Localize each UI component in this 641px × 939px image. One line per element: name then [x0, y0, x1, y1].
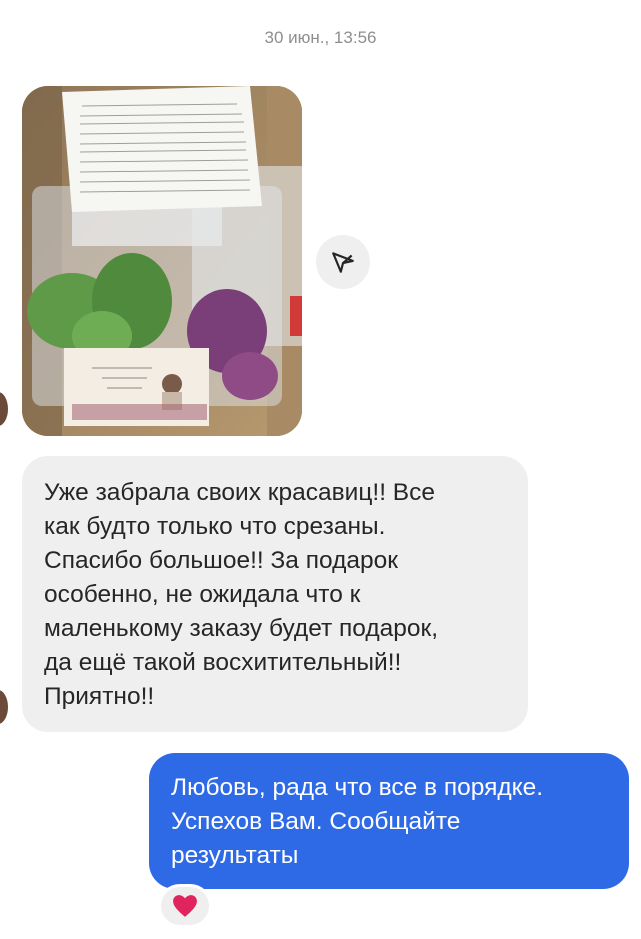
share-button[interactable] — [316, 235, 370, 289]
avatar[interactable] — [0, 690, 8, 724]
outgoing-message-bubble[interactable]: Любовь, рада что все в порядке. Успехов … — [149, 753, 629, 889]
incoming-message-bubble[interactable]: Уже забрала своих красавиц!! Все как буд… — [22, 456, 528, 732]
message-timestamp: 30 июн., 13:56 — [264, 28, 377, 47]
photo-message[interactable] — [22, 86, 302, 436]
avatar[interactable] — [0, 392, 8, 426]
send-icon — [332, 252, 354, 273]
reaction-badge[interactable] — [158, 884, 212, 928]
heart-icon — [173, 895, 197, 917]
package-photo — [22, 86, 302, 436]
